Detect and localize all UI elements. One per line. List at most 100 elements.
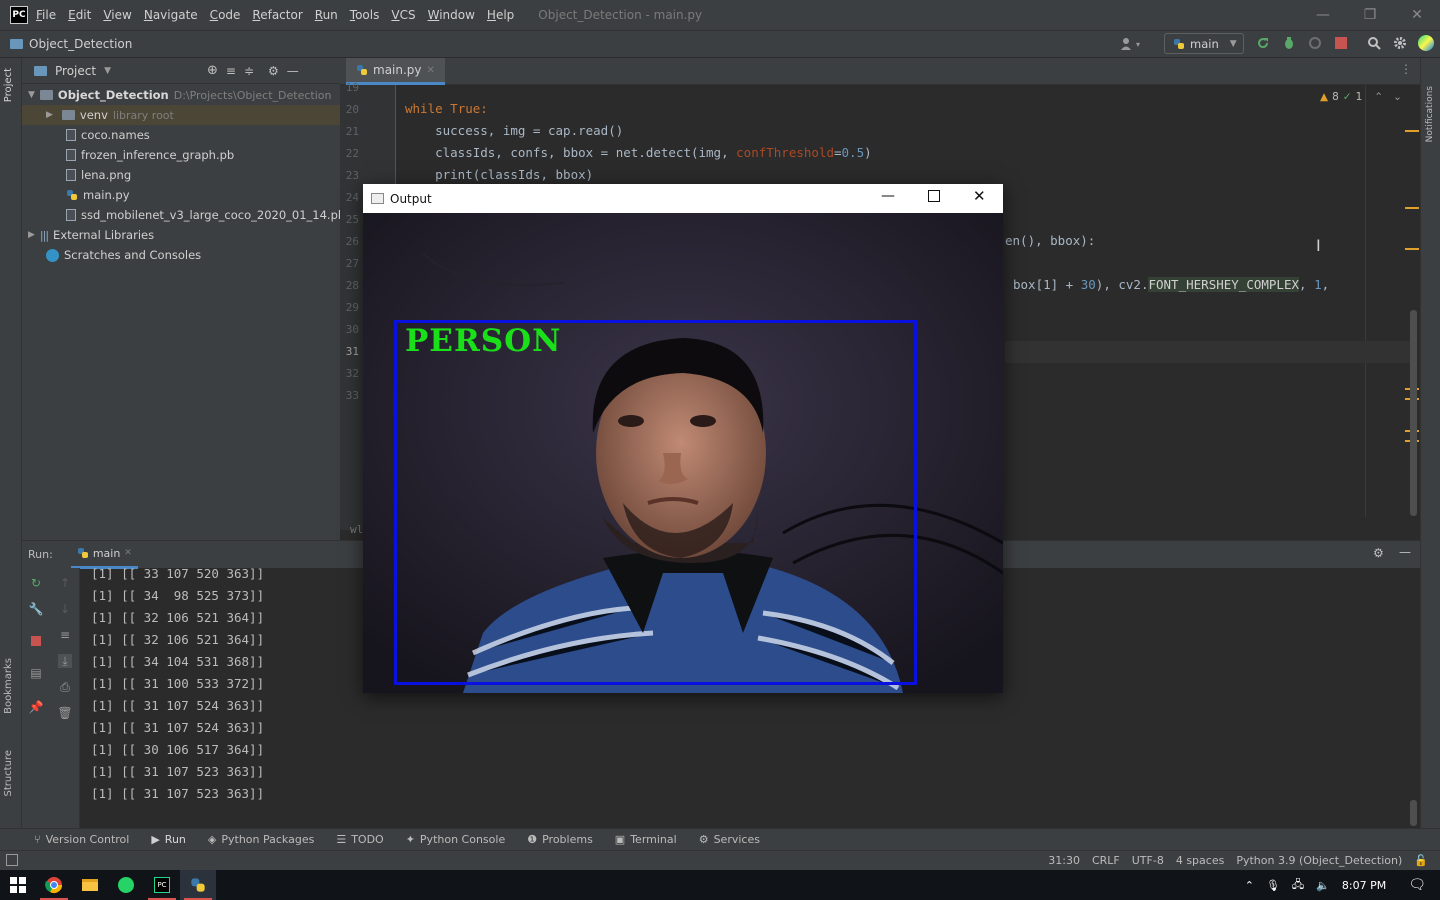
menu-edit[interactable]: Edit (68, 8, 91, 22)
warning-marker[interactable] (1405, 248, 1419, 250)
search-icon[interactable] (1367, 36, 1381, 50)
rerun-icon[interactable]: ↻ (29, 576, 43, 590)
code-line-23[interactable]: print(classIds, bbox) (405, 167, 593, 182)
hide-panel-icon[interactable]: — (287, 64, 299, 78)
menu-navigate[interactable]: Navigate (144, 8, 198, 22)
editor-tab-main-py[interactable]: main.py ✕ (346, 58, 445, 85)
editor-scrollbar[interactable] (1410, 310, 1417, 516)
menu-view[interactable]: View (103, 8, 131, 22)
print-icon[interactable]: ⎙ (58, 680, 72, 694)
tree-item-file[interactable]: main.py (66, 185, 130, 205)
locate-file-icon[interactable]: ⊕ (207, 63, 218, 78)
expand-all-icon[interactable]: ≡ (226, 64, 236, 78)
soft-wrap-icon[interactable]: ≡ (58, 628, 72, 642)
more-options-icon[interactable]: ⋮ (1400, 62, 1412, 76)
project-view-selector[interactable]: Project (55, 64, 96, 78)
menu-window[interactable]: Window (428, 8, 475, 22)
console-scrollbar[interactable] (1410, 800, 1417, 826)
chevron-up-icon[interactable]: ⌃ (1245, 879, 1254, 892)
gear-icon[interactable]: ⚙ (1373, 546, 1384, 560)
vcs-user-icon[interactable]: ▾ (1120, 36, 1146, 52)
close-tab-icon[interactable]: ✕ (124, 548, 132, 558)
caret-position[interactable]: 31:30 (1048, 854, 1080, 867)
tree-item-scratches[interactable]: Scratches and Consoles (46, 245, 201, 265)
python-window-icon[interactable] (180, 870, 216, 900)
project-tool-tab[interactable]: Project (3, 68, 14, 102)
trash-icon[interactable]: 🗑 (57, 706, 72, 720)
arrow-up-icon[interactable]: ↑ (58, 576, 72, 590)
stop-icon[interactable] (29, 634, 43, 648)
tree-root[interactable]: ▼ Object_Detection D:\Projects\Object_De… (28, 85, 331, 105)
notifications-tool-tab[interactable]: Notifications (1425, 86, 1435, 142)
run-config-select[interactable]: main ▼ (1164, 33, 1244, 54)
microphone-icon[interactable]: 🎙 (1266, 879, 1280, 892)
close-button[interactable]: ✕ (1394, 0, 1440, 30)
tab-version-control[interactable]: ⑂ Version Control (34, 833, 129, 846)
menu-file[interactable]: File (36, 8, 56, 22)
run-tab-main[interactable]: main ✕ (70, 541, 138, 569)
settings-gear-icon[interactable] (1393, 36, 1407, 50)
menu-refactor[interactable]: Refactor (252, 8, 302, 22)
collapse-all-icon[interactable]: ≑ (244, 64, 254, 78)
tree-item-external-libraries[interactable]: ▶ ||| External Libraries (28, 225, 154, 245)
output-window[interactable]: Output — ✕ PERSON (363, 184, 1003, 693)
chevron-down-icon[interactable]: ▼ (104, 66, 111, 76)
code-breadcrumb[interactable]: wl (350, 523, 363, 536)
jetbrains-toolbox-icon[interactable] (1418, 35, 1434, 51)
arrow-down-icon[interactable]: ↓ (58, 602, 72, 616)
indent-setting[interactable]: 4 spaces (1176, 854, 1225, 867)
tree-item-venv[interactable]: ▶ venv library root (22, 105, 340, 125)
windows-start-icon[interactable] (0, 870, 36, 900)
minimize-button[interactable]: — (881, 188, 895, 204)
code-line-20[interactable]: while True: (405, 101, 488, 116)
volume-icon[interactable]: 🔈 (1316, 879, 1330, 892)
scroll-to-end-icon[interactable]: ⤓ (58, 654, 72, 668)
code-line-21[interactable]: success, img = cap.read() (405, 123, 623, 138)
tab-terminal[interactable]: ▣ Terminal (615, 833, 677, 846)
hide-panel-icon[interactable]: — (1399, 545, 1411, 559)
menu-help[interactable]: Help (487, 8, 514, 22)
menu-tools[interactable]: Tools (350, 8, 380, 22)
debug-icon[interactable] (1282, 36, 1296, 50)
warning-marker[interactable] (1405, 207, 1419, 209)
close-tab-icon[interactable]: ✕ (427, 65, 435, 76)
tree-item-file[interactable]: lena.png (66, 165, 131, 185)
tab-problems[interactable]: ❶ Problems (527, 833, 593, 846)
code-line-26-fragment[interactable]: en(), bbox): (1005, 233, 1095, 248)
tab-todo[interactable]: ☰ TODO (336, 833, 383, 846)
python-interpreter[interactable]: Python 3.9 (Object_Detection) (1236, 854, 1402, 867)
tab-python-console[interactable]: ✦ Python Console (406, 833, 506, 846)
close-button[interactable]: ✕ (973, 187, 986, 205)
lock-icon[interactable]: 🔓 (1414, 854, 1428, 867)
rerun-icon[interactable] (1256, 36, 1270, 50)
tool-window-toggle-icon[interactable] (6, 854, 18, 866)
restore-button[interactable]: ❐ (1347, 0, 1393, 30)
line-separator[interactable]: CRLF (1092, 854, 1120, 867)
minimize-button[interactable]: — (1300, 0, 1346, 30)
tab-services[interactable]: ⚙ Services (699, 833, 760, 846)
breadcrumb-project[interactable]: Object_Detection (29, 37, 132, 51)
bookmarks-tool-tab[interactable]: Bookmarks (3, 658, 14, 714)
coverage-icon[interactable] (1308, 36, 1322, 50)
whatsapp-icon[interactable] (108, 870, 144, 900)
tree-item-file[interactable]: coco.names (66, 125, 150, 145)
stop-icon[interactable] (1335, 37, 1347, 49)
network-icon[interactable]: 🖧 (1292, 876, 1304, 895)
menu-vcs[interactable]: VCS (391, 8, 415, 22)
wrench-icon[interactable]: 🔧 (29, 602, 44, 616)
file-explorer-icon[interactable] (72, 870, 108, 900)
breadcrumb[interactable]: Object_Detection (10, 37, 132, 51)
chrome-icon[interactable] (36, 870, 72, 900)
menu-run[interactable]: Run (315, 8, 338, 22)
notification-center-icon[interactable]: 🗨 (1408, 877, 1426, 893)
tab-run[interactable]: ▶ Run (151, 833, 186, 846)
clock[interactable]: 8:07 PM (1342, 879, 1386, 892)
tree-item-file[interactable]: ssd_mobilenet_v3_large_coco_2020_01_14.p… (66, 205, 361, 225)
output-window-titlebar[interactable]: Output — ✕ (363, 184, 1003, 213)
maximize-button[interactable] (928, 190, 940, 202)
menu-code[interactable]: Code (210, 8, 241, 22)
tab-python-packages[interactable]: ◈ Python Packages (208, 833, 314, 846)
layout-icon[interactable]: ▤ (29, 666, 43, 680)
inspection-widget[interactable]: ▲ 8 ✓ 1 ⌃ ⌄ (1320, 91, 1402, 103)
pycharm-icon[interactable]: PC (144, 870, 180, 900)
